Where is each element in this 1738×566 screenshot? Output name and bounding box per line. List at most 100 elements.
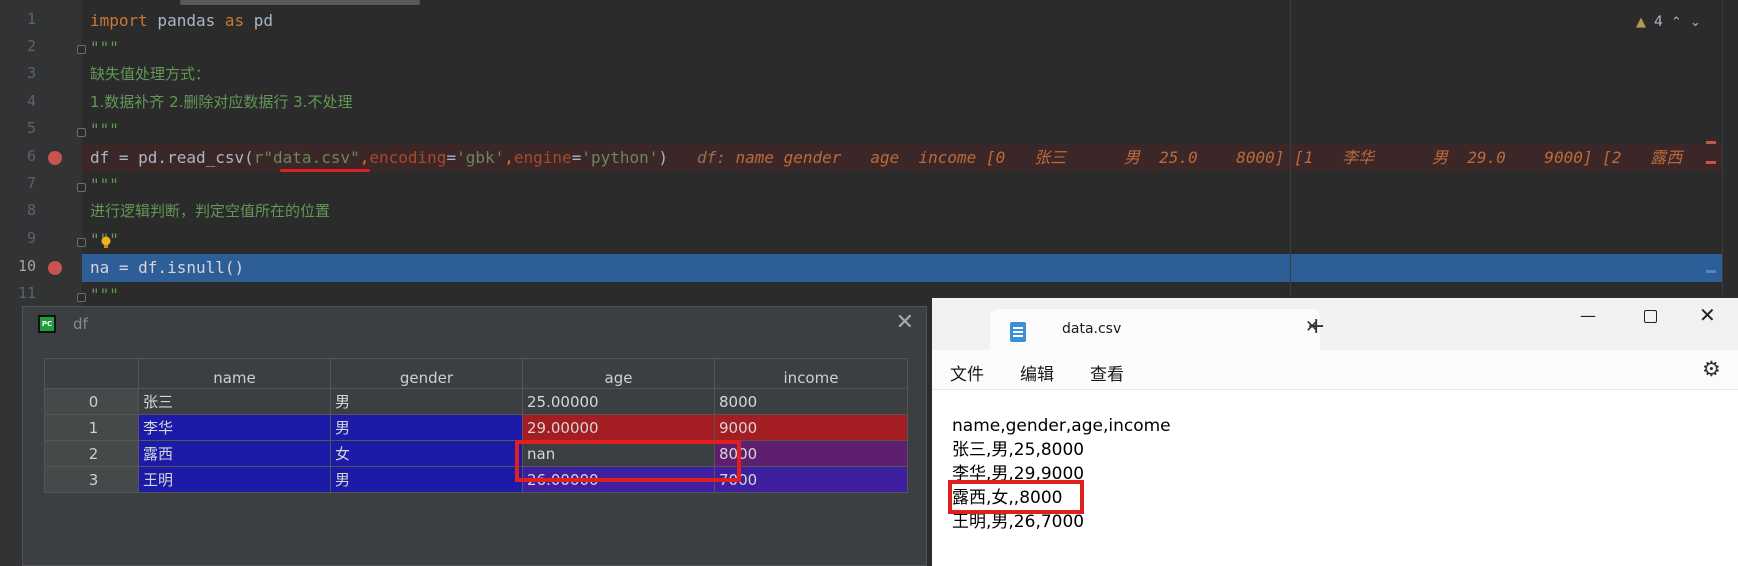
fold-icon[interactable]: [77, 45, 86, 54]
string-literal: 'gbk': [456, 148, 505, 167]
line-number: 2: [26, 37, 36, 55]
gear-icon[interactable]: ⚙: [1702, 357, 1721, 381]
keyword: import: [90, 11, 148, 30]
string-literal: r"data.csv": [253, 148, 360, 167]
table-cell[interactable]: 男: [330, 388, 523, 415]
code-line-10[interactable]: na = df.isnull(): [90, 254, 244, 281]
table-cell[interactable]: 男: [330, 466, 523, 493]
text-editor-area[interactable]: name,gender,age,income 张三,男,25,8000 李华,男…: [952, 414, 1171, 534]
table-cell[interactable]: 女: [330, 440, 523, 467]
line-number: 3: [26, 64, 36, 82]
warning-count: 4: [1654, 14, 1663, 30]
table-row[interactable]: 1 李华 男 29.00000 9000: [44, 414, 908, 441]
line-number: 8: [26, 201, 36, 219]
breakpoint-icon[interactable]: [48, 151, 62, 165]
code-text: =: [446, 148, 457, 167]
window-titlebar[interactable]: data.csv ✕ + — ✕: [932, 298, 1738, 350]
notepad-icon: [1010, 322, 1026, 342]
code-line-11[interactable]: """: [90, 281, 119, 308]
fold-icon[interactable]: [77, 238, 86, 247]
error-stripe-marker[interactable]: [1706, 141, 1716, 144]
debug-var-value: name gender age income [0 张三 男 25.0 8000…: [725, 148, 1683, 167]
annotation-box: [948, 480, 1084, 514]
menu-file[interactable]: 文件: [950, 360, 984, 385]
table-cell[interactable]: 王明: [138, 466, 331, 493]
table-row[interactable]: 0 张三 男 25.00000 8000: [44, 388, 908, 415]
table-row[interactable]: 2 露西 女 nan 8000: [44, 440, 908, 467]
line-number: 7: [26, 174, 36, 192]
lightbulb-icon[interactable]: [100, 236, 112, 249]
menu-view[interactable]: 查看: [1090, 360, 1124, 385]
table-cell[interactable]: 8000: [714, 440, 908, 467]
code-line-5[interactable]: """: [90, 116, 119, 143]
text-line: 张三,男,25,8000: [952, 440, 1085, 460]
table-cell[interactable]: 7000: [714, 466, 908, 493]
minimize-icon[interactable]: —: [1580, 306, 1596, 325]
horizontal-scrollbar[interactable]: [180, 0, 420, 5]
new-tab-icon[interactable]: +: [1307, 314, 1325, 339]
fold-icon[interactable]: [77, 183, 86, 192]
column-header[interactable]: gender: [330, 358, 523, 389]
column-header[interactable]: income: [714, 358, 908, 389]
table-cell[interactable]: 露西: [138, 440, 331, 467]
code-line-4[interactable]: 1.数据补齐 2.删除对应数据行 3.不处理: [90, 89, 352, 116]
line-number: 5: [26, 119, 36, 137]
table-row[interactable]: 3 王明 男 26.00000 7000: [44, 466, 908, 493]
table-cell[interactable]: 25.00000: [522, 388, 715, 415]
dataframe-table: name gender age income 0 张三 男 25.00000 8…: [44, 358, 908, 493]
code-line-6[interactable]: df = pd.read_csv(r"data.csv",encoding='g…: [90, 144, 1682, 171]
code-line-7[interactable]: """: [90, 171, 119, 198]
code-line-8[interactable]: 进行逻辑判断，判定空值所在的位置: [90, 198, 330, 225]
keyword: as: [224, 11, 245, 30]
table-header: name gender age income: [44, 358, 908, 389]
maximize-icon[interactable]: [1644, 310, 1657, 323]
line-number: 4: [26, 92, 36, 110]
fold-icon[interactable]: [77, 128, 86, 137]
fold-icon[interactable]: [77, 293, 86, 302]
annotation-box: [515, 440, 741, 482]
notepad-window[interactable]: data.csv ✕ + — ✕ 文件 编辑 查看 ⚙ name,gender,…: [932, 298, 1738, 566]
line-number: 9: [26, 229, 36, 247]
column-header[interactable]: age: [522, 358, 715, 389]
breakpoint-icon[interactable]: [48, 261, 62, 275]
window-title: df: [73, 315, 88, 333]
table-cell[interactable]: 29.00000: [522, 414, 715, 441]
table-cell[interactable]: 男: [330, 414, 523, 441]
row-index: 2: [44, 440, 139, 467]
dataframe-viewer-window[interactable]: PC df ✕ name gender age income 0 张三 男 25…: [22, 306, 927, 566]
code-line-2[interactable]: """: [90, 34, 119, 61]
error-stripe-marker[interactable]: [1706, 270, 1716, 273]
code-text: ,: [504, 148, 514, 167]
code-line-3[interactable]: 缺失值处理方式：: [90, 61, 210, 88]
table-cell[interactable]: 8000: [714, 388, 908, 415]
menu-edit[interactable]: 编辑: [1020, 360, 1054, 385]
close-window-icon[interactable]: ✕: [1699, 303, 1716, 327]
column-header[interactable]: name: [138, 358, 331, 389]
current-execution-line: [82, 254, 1722, 282]
warning-icon: ▲: [1636, 14, 1646, 30]
code-text: ,: [359, 148, 370, 167]
tab-data-csv[interactable]: data.csv ✕: [990, 309, 1320, 350]
pycharm-icon: PC: [38, 315, 56, 333]
param-name: engine: [513, 148, 572, 167]
code-text: pd: [244, 11, 274, 30]
row-index: 0: [44, 388, 139, 415]
table-cell[interactable]: 李华: [138, 414, 331, 441]
column-header[interactable]: [44, 358, 139, 389]
window-titlebar[interactable]: PC df ✕: [23, 307, 926, 341]
inline-debug-value: df: name gender age income [0 张三 男 25.0 …: [697, 148, 1682, 167]
close-icon[interactable]: ✕: [896, 310, 914, 335]
menu-bar: 文件 编辑 查看 ⚙: [932, 350, 1738, 390]
line-number: 11: [17, 284, 36, 302]
error-stripe-marker[interactable]: [1706, 161, 1716, 164]
table-cell[interactable]: 张三: [138, 388, 331, 415]
previous-highlight-icon[interactable]: ⌃: [1671, 15, 1682, 30]
inspection-widget[interactable]: ▲ 4 ⌃ ⌄: [1636, 12, 1701, 32]
code-line-1[interactable]: import pandas as pd: [90, 7, 273, 34]
table-cell[interactable]: 9000: [714, 414, 908, 441]
code-text: pandas: [147, 11, 225, 30]
code-text: =: [571, 148, 582, 167]
code-text: ): [658, 148, 669, 167]
next-highlight-icon[interactable]: ⌄: [1690, 15, 1701, 30]
code-text: df = pd.read_csv(: [90, 148, 254, 167]
